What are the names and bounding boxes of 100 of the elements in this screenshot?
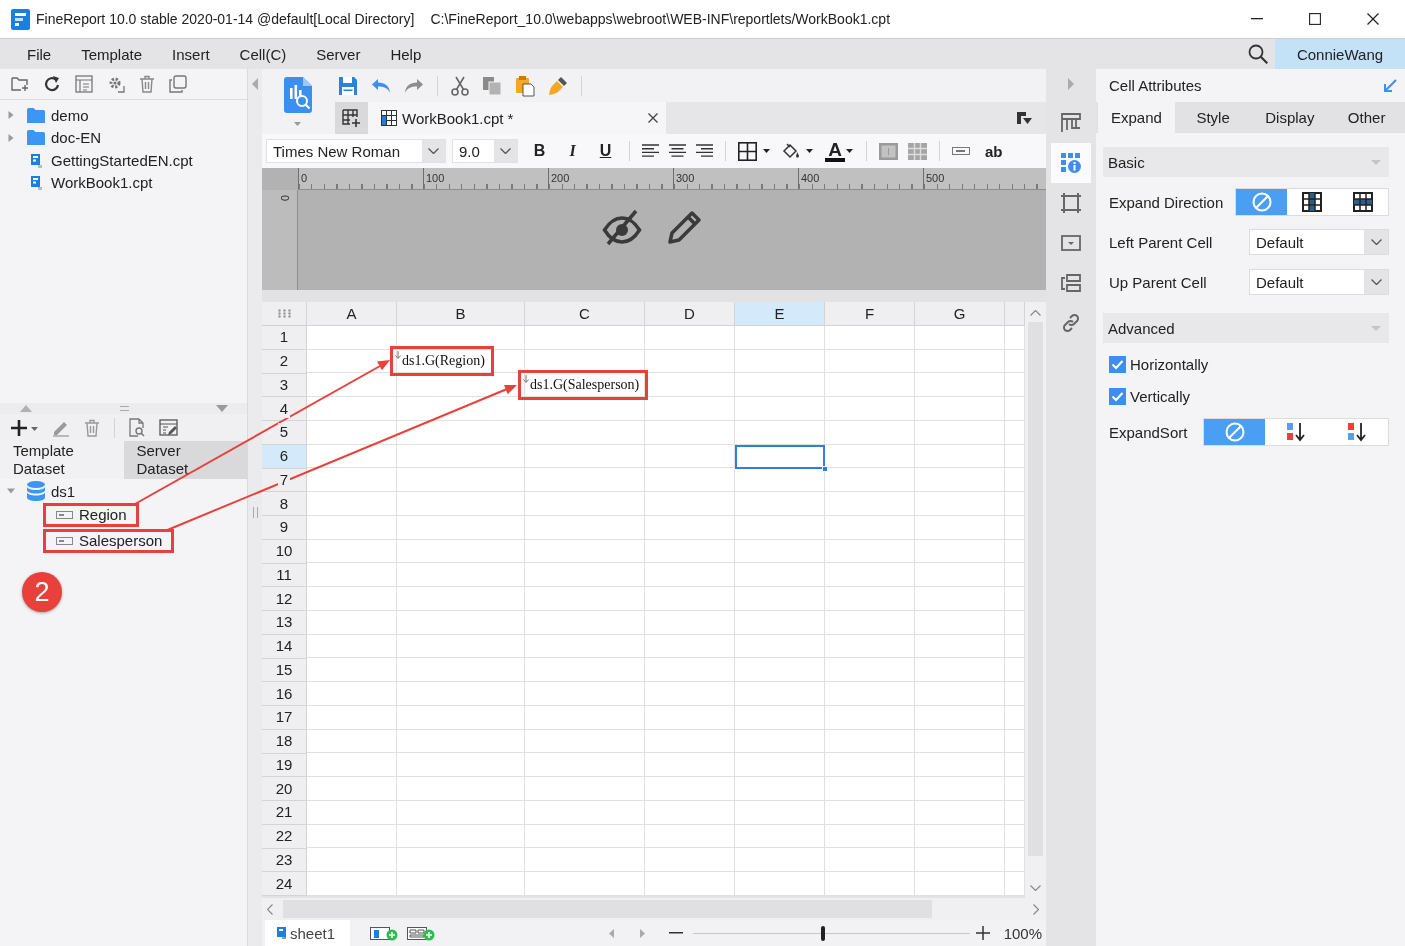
tree-item[interactable]: doc-EN bbox=[27, 126, 102, 149]
row-header[interactable]: 18 bbox=[262, 729, 307, 754]
row-header[interactable]: 23 bbox=[262, 848, 307, 873]
row-header[interactable]: 21 bbox=[262, 801, 307, 825]
split-cells-icon[interactable] bbox=[908, 142, 927, 160]
maximize-icon[interactable] bbox=[1309, 13, 1321, 25]
search-icon[interactable] bbox=[1248, 44, 1268, 64]
tree-item[interactable]: WorkBook1.cpt bbox=[27, 171, 153, 194]
spreadsheet-grid[interactable]: A B C D E F G 1 2 ds1.G(Region) 3 ds1.G(Salesperson) 4 5 6 7 8 9 10 11 12 13 14 15 16 17 18 19 20 21 22 23 24 bbox=[262, 302, 1025, 896]
copy-icon[interactable] bbox=[482, 75, 502, 96]
row-header[interactable]: 13 bbox=[262, 611, 307, 635]
font-color-button[interactable]: A bbox=[825, 140, 845, 162]
selected-cell[interactable] bbox=[735, 444, 825, 469]
layout-plus-icon[interactable] bbox=[407, 925, 435, 941]
bold-button[interactable]: B bbox=[523, 138, 556, 164]
property-tab[interactable]: Display bbox=[1251, 102, 1329, 133]
sheet-tab[interactable]: sheet1 bbox=[265, 920, 350, 946]
property-tab[interactable]: Style bbox=[1174, 102, 1252, 133]
row-header[interactable]: 20 bbox=[262, 777, 307, 801]
folder-plus-icon[interactable] bbox=[11, 76, 29, 92]
row-header[interactable]: 15 bbox=[262, 658, 307, 683]
section-header[interactable]: Advanced bbox=[1103, 313, 1389, 343]
column-header[interactable]: C bbox=[525, 302, 645, 326]
checkbox[interactable] bbox=[1109, 355, 1126, 373]
row-header[interactable]: 3 bbox=[262, 373, 307, 398]
row-header[interactable]: 5 bbox=[262, 421, 307, 445]
redo-icon[interactable] bbox=[404, 77, 424, 94]
property-tab[interactable]: Other bbox=[1328, 102, 1405, 133]
save-icon[interactable] bbox=[338, 75, 358, 96]
paste-icon[interactable] bbox=[515, 74, 535, 97]
text-field-icon[interactable] bbox=[952, 147, 970, 155]
chevron-down-icon[interactable] bbox=[1030, 885, 1041, 891]
chevron-left-icon[interactable] bbox=[267, 903, 273, 915]
minus-icon[interactable] bbox=[668, 932, 683, 934]
menu-item[interactable]: Insert bbox=[157, 45, 225, 63]
corner-caret-icon[interactable] bbox=[1016, 111, 1032, 125]
slider-thumb[interactable] bbox=[820, 925, 825, 941]
brush-icon[interactable] bbox=[548, 75, 568, 96]
field-item[interactable]: Region bbox=[43, 502, 139, 527]
minimize-icon[interactable] bbox=[1251, 18, 1263, 20]
section-header[interactable]: Basic bbox=[1103, 147, 1389, 177]
document-tab[interactable]: WorkBook1.cpt * bbox=[368, 102, 666, 134]
diagonal-arrow-icon[interactable] bbox=[1383, 78, 1397, 93]
plus-caret-icon[interactable] bbox=[10, 418, 38, 437]
copy-icon[interactable] bbox=[169, 75, 187, 93]
column-header[interactable]: B bbox=[397, 302, 525, 326]
plus-icon[interactable] bbox=[975, 926, 990, 940]
menu-item[interactable]: Help bbox=[375, 45, 437, 63]
menu-item[interactable]: File bbox=[12, 45, 67, 63]
vertical-scrollbar[interactable] bbox=[1025, 302, 1046, 898]
row-header[interactable]: 6 bbox=[262, 444, 307, 469]
menu-item[interactable]: Template bbox=[66, 45, 158, 63]
border-icon[interactable] bbox=[738, 141, 757, 161]
font-select[interactable]: Times New Roman bbox=[266, 139, 446, 163]
align-center-icon[interactable] bbox=[669, 144, 686, 158]
column-header[interactable]: F bbox=[825, 302, 915, 326]
property-tab[interactable]: Expand bbox=[1098, 102, 1175, 133]
eye-slash-icon[interactable] bbox=[602, 208, 642, 246]
align-left-icon[interactable] bbox=[642, 144, 659, 158]
document-list-icon[interactable] bbox=[75, 75, 93, 93]
select-all-icon[interactable] bbox=[277, 309, 291, 318]
sheet-plus-icon[interactable] bbox=[370, 925, 398, 941]
dropdown[interactable]: Default bbox=[1249, 229, 1389, 255]
undo-icon[interactable] bbox=[371, 77, 391, 94]
column-header[interactable]: E bbox=[735, 302, 825, 326]
caret-left-icon[interactable] bbox=[608, 928, 614, 938]
caret-right-icon[interactable] bbox=[639, 928, 645, 938]
column-header[interactable]: D bbox=[645, 302, 735, 326]
align-right-icon[interactable] bbox=[696, 144, 713, 158]
row-header[interactable]: 10 bbox=[262, 539, 307, 564]
menu-item[interactable]: Server bbox=[301, 45, 376, 63]
refresh-icon[interactable] bbox=[43, 75, 61, 93]
dataset-tab[interactable]: Server Dataset bbox=[123, 441, 247, 479]
row-header[interactable]: 19 bbox=[262, 753, 307, 778]
row-header[interactable]: 11 bbox=[262, 563, 307, 588]
column-header[interactable]: A bbox=[307, 302, 397, 326]
italic-button[interactable]: I bbox=[556, 138, 589, 164]
fill-handle[interactable] bbox=[822, 465, 828, 472]
grip-icon[interactable] bbox=[119, 406, 129, 411]
new-sheet-button[interactable] bbox=[335, 102, 368, 134]
gear-icon[interactable] bbox=[107, 75, 125, 93]
underline-button[interactable]: U bbox=[589, 138, 622, 164]
horizontal-scrollbar[interactable] bbox=[262, 898, 1046, 920]
caret-down-icon[interactable] bbox=[763, 149, 770, 153]
side-tab[interactable] bbox=[1051, 143, 1091, 183]
row-header[interactable]: 14 bbox=[262, 634, 307, 659]
row-header[interactable]: 2 bbox=[262, 349, 307, 374]
close-icon[interactable] bbox=[648, 113, 658, 123]
row-header[interactable]: 12 bbox=[262, 587, 307, 611]
document-search-icon[interactable] bbox=[129, 418, 145, 437]
tree-item[interactable]: GettingStartedEN.cpt bbox=[27, 149, 193, 172]
window-pencil-icon[interactable] bbox=[159, 418, 179, 437]
chart-document-icon[interactable] bbox=[283, 77, 312, 113]
user-menu[interactable]: ConnieWang bbox=[1275, 39, 1405, 69]
menu-item[interactable]: Cell(C) bbox=[224, 45, 302, 63]
trash-icon[interactable] bbox=[84, 418, 100, 437]
caret-down-icon[interactable] bbox=[846, 149, 853, 153]
row-header[interactable]: 8 bbox=[262, 492, 307, 516]
trash-icon[interactable] bbox=[139, 75, 155, 93]
checkbox[interactable] bbox=[1109, 387, 1126, 405]
